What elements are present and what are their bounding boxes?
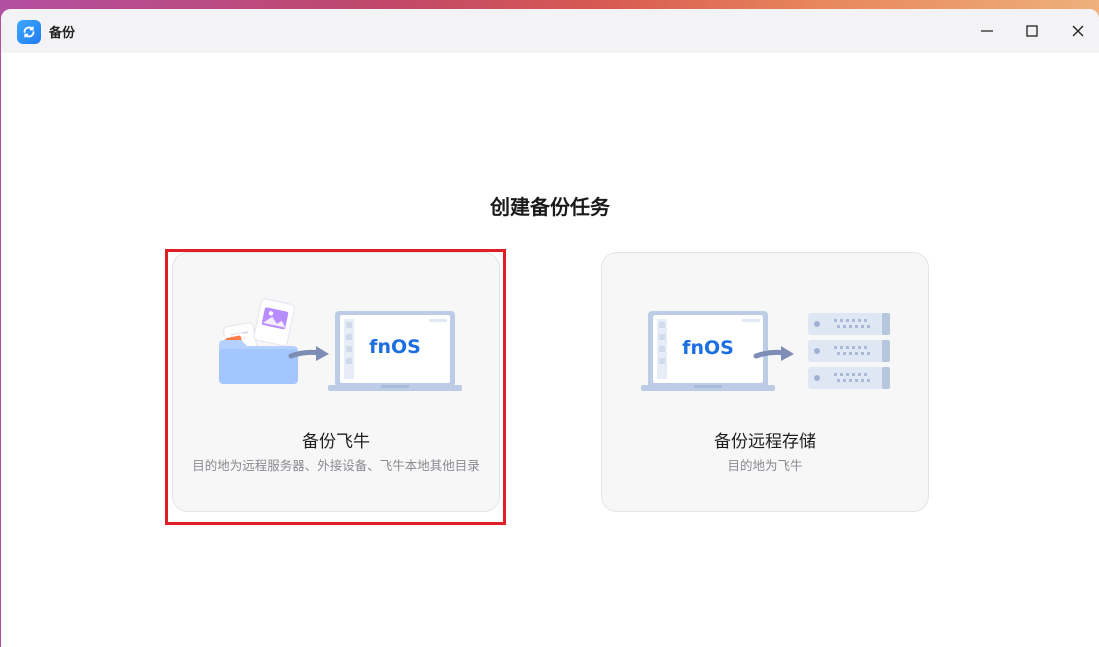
close-button[interactable] xyxy=(1063,17,1093,45)
main-content: 创建备份任务 fnOS 备份飞牛 目的地为远程服务器、外接设备、飞牛本地其他目录… xyxy=(1,53,1099,647)
fnos-device-label: fnOS xyxy=(369,336,421,358)
minimize-button[interactable] xyxy=(972,17,1002,45)
minimize-icon xyxy=(981,30,993,32)
backup-remote-storage-card[interactable]: fnOS 备份远程存储 目的地为飞牛 xyxy=(601,252,929,512)
title-bar[interactable]: 备份 xyxy=(1,9,1099,53)
page-title: 创建备份任务 xyxy=(490,195,610,219)
backup-fnos-illustration xyxy=(219,298,462,391)
backup-app-window: 备份 创建备份任务 fnOS 备份飞牛 目的地为远程服务器、外接设备、飞牛本地其… xyxy=(1,9,1099,647)
maximize-button[interactable] xyxy=(1017,17,1047,45)
backup-fnos-description: 目的地为远程服务器、外接设备、飞牛本地其他目录 xyxy=(192,458,480,473)
window-title: 备份 xyxy=(49,26,76,41)
maximize-icon xyxy=(1026,25,1038,37)
backup-remote-storage-title: 备份远程存储 xyxy=(714,432,816,452)
fnos-device-label: fnOS xyxy=(682,337,734,359)
close-icon xyxy=(1072,25,1084,37)
backup-remote-illustration xyxy=(641,311,890,391)
backup-sync-icon xyxy=(17,20,41,44)
backup-fnos-title: 备份飞牛 xyxy=(302,432,370,452)
backup-fnos-card[interactable]: fnOS 备份飞牛 目的地为远程服务器、外接设备、飞牛本地其他目录 xyxy=(172,252,500,512)
backup-remote-storage-description: 目的地为飞牛 xyxy=(727,458,803,473)
